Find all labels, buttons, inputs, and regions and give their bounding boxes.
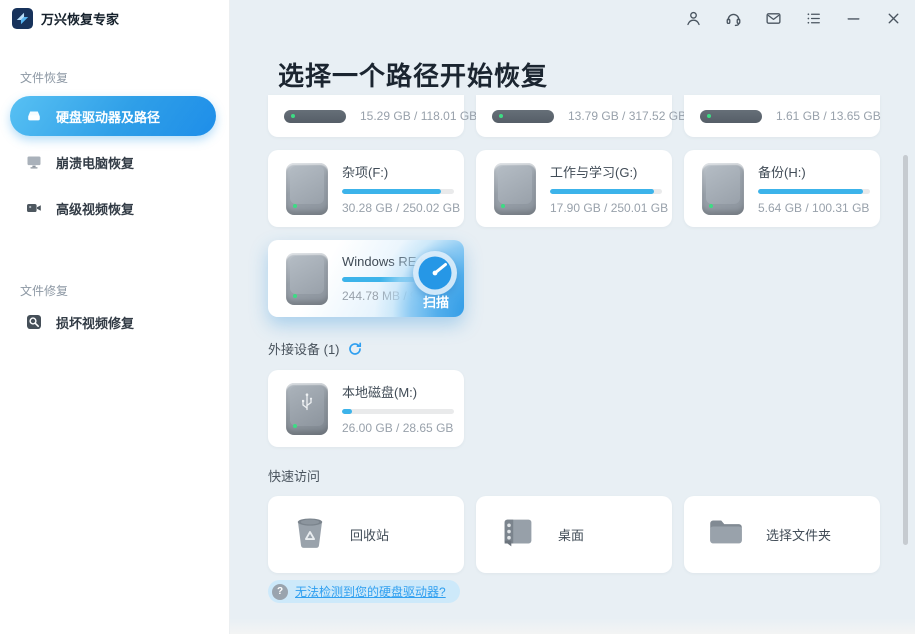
drive-card[interactable]: 杂项(F:) 30.28 GB / 250.02 GB [268, 150, 464, 227]
capacity-text: 26.00 GB / 28.65 GB [342, 421, 450, 435]
hard-drive-icon [494, 163, 536, 215]
video-camera-icon [24, 198, 44, 218]
capacity-text: 13.79 GB / 317.52 GB [568, 109, 686, 123]
quick-access-recycle-bin[interactable]: 回收站 [268, 496, 464, 573]
sidebar-section-file-repair: 文件修复 [20, 282, 68, 299]
sidebar-item-crashed-computer[interactable]: 崩溃电脑恢复 [10, 142, 216, 182]
usb-drive-icon [286, 383, 328, 435]
desktop-icon [496, 510, 540, 559]
monitor-icon [24, 152, 44, 172]
sidebar-item-drives-paths[interactable]: 硬盘驱动器及路径 [10, 96, 216, 136]
sidebar: 万兴恢复专家 文件恢复 硬盘驱动器及路径 崩溃电脑恢复 高级视频恢复 文件修复 [0, 0, 230, 634]
hard-drive-icon [286, 163, 328, 215]
main-content: 选择一个路径开始恢复 15.29 GB / 118.01 GB 13.79 GB… [230, 0, 915, 634]
question-mark-icon: ? [272, 584, 288, 600]
capacity-bar [550, 189, 662, 194]
capacity-bar [758, 189, 870, 194]
capacity-bar [342, 409, 454, 414]
quick-access-label: 选择文件夹 [766, 525, 831, 544]
hard-drive-icon [24, 106, 44, 126]
quick-access-select-folder[interactable]: 选择文件夹 [684, 496, 880, 573]
app-brand: 万兴恢复专家 [12, 8, 119, 29]
drive-card[interactable]: 工作与学习(G:) 17.90 GB / 250.01 GB [476, 150, 672, 227]
folder-icon [704, 510, 748, 559]
capacity-text: 1.61 GB / 13.65 GB [776, 109, 881, 123]
drive-card-partial[interactable]: 15.29 GB / 118.01 GB [268, 95, 464, 137]
quick-access-label: 桌面 [558, 525, 584, 544]
drive-name: 工作与学习(G:) [550, 162, 658, 181]
quick-access-desktop[interactable]: 桌面 [476, 496, 672, 573]
sidebar-item-advanced-video[interactable]: 高级视频恢复 [10, 188, 216, 228]
repair-tool-icon [24, 312, 44, 332]
quick-access-label: 快速访问 [268, 466, 320, 485]
hard-drive-icon [284, 110, 346, 123]
external-devices-section: 外接设备 (1) [268, 339, 363, 358]
app-title: 万兴恢复专家 [41, 9, 119, 28]
sidebar-item-label: 损坏视频修复 [56, 313, 134, 332]
refresh-icon[interactable] [347, 341, 363, 357]
bottom-fade [230, 618, 915, 634]
sidebar-section-file-recovery: 文件恢复 [20, 69, 68, 86]
help-link-text[interactable]: 无法检测到您的硬盘驱动器? [295, 583, 446, 600]
drive-card-hovered[interactable]: Windows RE too 244.78 MB / 98 扫描 [268, 240, 464, 317]
capacity-text: 30.28 GB / 250.02 GB [342, 201, 450, 215]
drive-name: 杂项(F:) [342, 162, 450, 181]
hard-drive-icon [492, 110, 554, 123]
recycle-bin-icon [288, 510, 332, 559]
scrollbar[interactable] [903, 155, 908, 545]
hard-drive-icon [700, 110, 762, 123]
scan-button[interactable]: 扫描 [423, 292, 449, 311]
sidebar-item-label: 高级视频恢复 [56, 199, 134, 218]
drive-card-partial[interactable]: 13.79 GB / 317.52 GB [476, 95, 672, 137]
usb-drive-card[interactable]: 本地磁盘(M:) 26.00 GB / 28.65 GB [268, 370, 464, 447]
sidebar-item-label: 崩溃电脑恢复 [56, 153, 134, 172]
capacity-text: 15.29 GB / 118.01 GB [360, 109, 477, 123]
app-window: 万兴恢复专家 文件恢复 硬盘驱动器及路径 崩溃电脑恢复 高级视频恢复 文件修复 [0, 0, 915, 634]
quick-access-section: 快速访问 [268, 466, 320, 485]
external-devices-label: 外接设备 (1) [268, 339, 340, 358]
page-title: 选择一个路径开始恢复 [278, 56, 548, 93]
quick-access-label: 回收站 [350, 525, 389, 544]
capacity-text: 5.64 GB / 100.31 GB [758, 201, 866, 215]
app-logo-icon [12, 8, 33, 29]
drive-card-partial[interactable]: 1.61 GB / 13.65 GB [684, 95, 880, 137]
drive-name: 本地磁盘(M:) [342, 382, 450, 401]
capacity-bar [342, 189, 454, 194]
hard-drive-icon [702, 163, 744, 215]
drive-card[interactable]: 备份(H:) 5.64 GB / 100.31 GB [684, 150, 880, 227]
sidebar-item-corrupted-video-repair[interactable]: 损坏视频修复 [10, 302, 216, 342]
drive-not-detected-help[interactable]: ? 无法检测到您的硬盘驱动器? [268, 580, 460, 603]
sidebar-item-label: 硬盘驱动器及路径 [56, 107, 160, 126]
capacity-text: 17.90 GB / 250.01 GB [550, 201, 658, 215]
drive-name: 备份(H:) [758, 162, 866, 181]
